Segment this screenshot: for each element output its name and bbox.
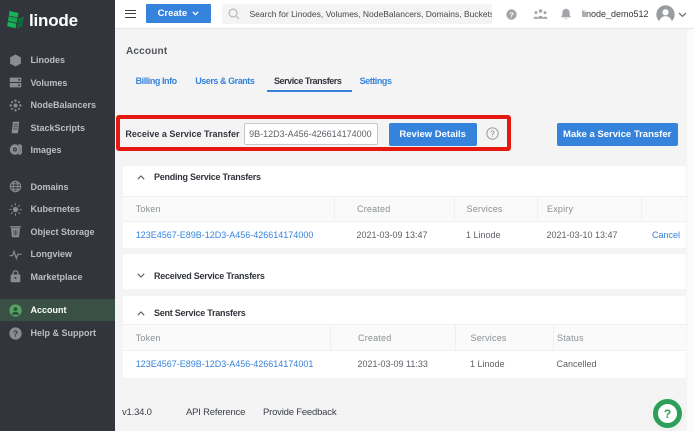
svg-text:?: ? <box>509 10 514 19</box>
svg-text:?: ? <box>13 328 18 338</box>
